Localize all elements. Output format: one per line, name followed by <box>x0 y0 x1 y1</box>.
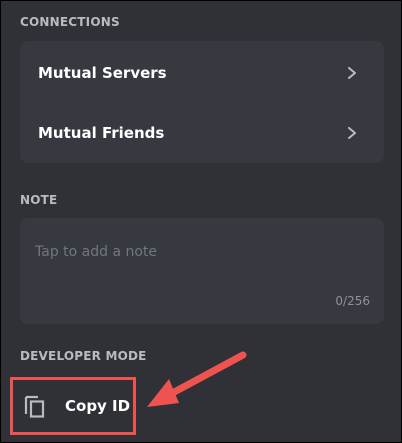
mutual-servers-item[interactable]: Mutual Servers <box>20 43 384 103</box>
chevron-right-icon <box>348 67 356 79</box>
mutual-friends-item[interactable]: Mutual Friends <box>20 103 384 163</box>
copy-id-label: Copy ID <box>65 397 131 415</box>
copy-icon <box>24 395 45 418</box>
note-input[interactable]: Tap to add a note 0/256 <box>20 218 384 324</box>
mutual-friends-label: Mutual Friends <box>38 124 165 142</box>
connections-card: Mutual Servers Mutual Friends <box>20 41 384 163</box>
developer-mode-heading: DEVELOPER MODE <box>20 349 147 363</box>
note-character-count: 0/256 <box>335 294 370 308</box>
connections-heading: CONNECTIONS <box>20 15 120 29</box>
annotation-arrow-icon <box>147 351 247 407</box>
profile-panel: CONNECTIONS Mutual Servers Mutual Friend… <box>0 0 402 443</box>
mutual-servers-label: Mutual Servers <box>38 64 167 82</box>
chevron-right-icon <box>348 127 356 139</box>
copy-id-button[interactable]: Copy ID <box>10 377 136 435</box>
note-placeholder: Tap to add a note <box>35 244 158 260</box>
note-heading: NOTE <box>20 193 58 207</box>
